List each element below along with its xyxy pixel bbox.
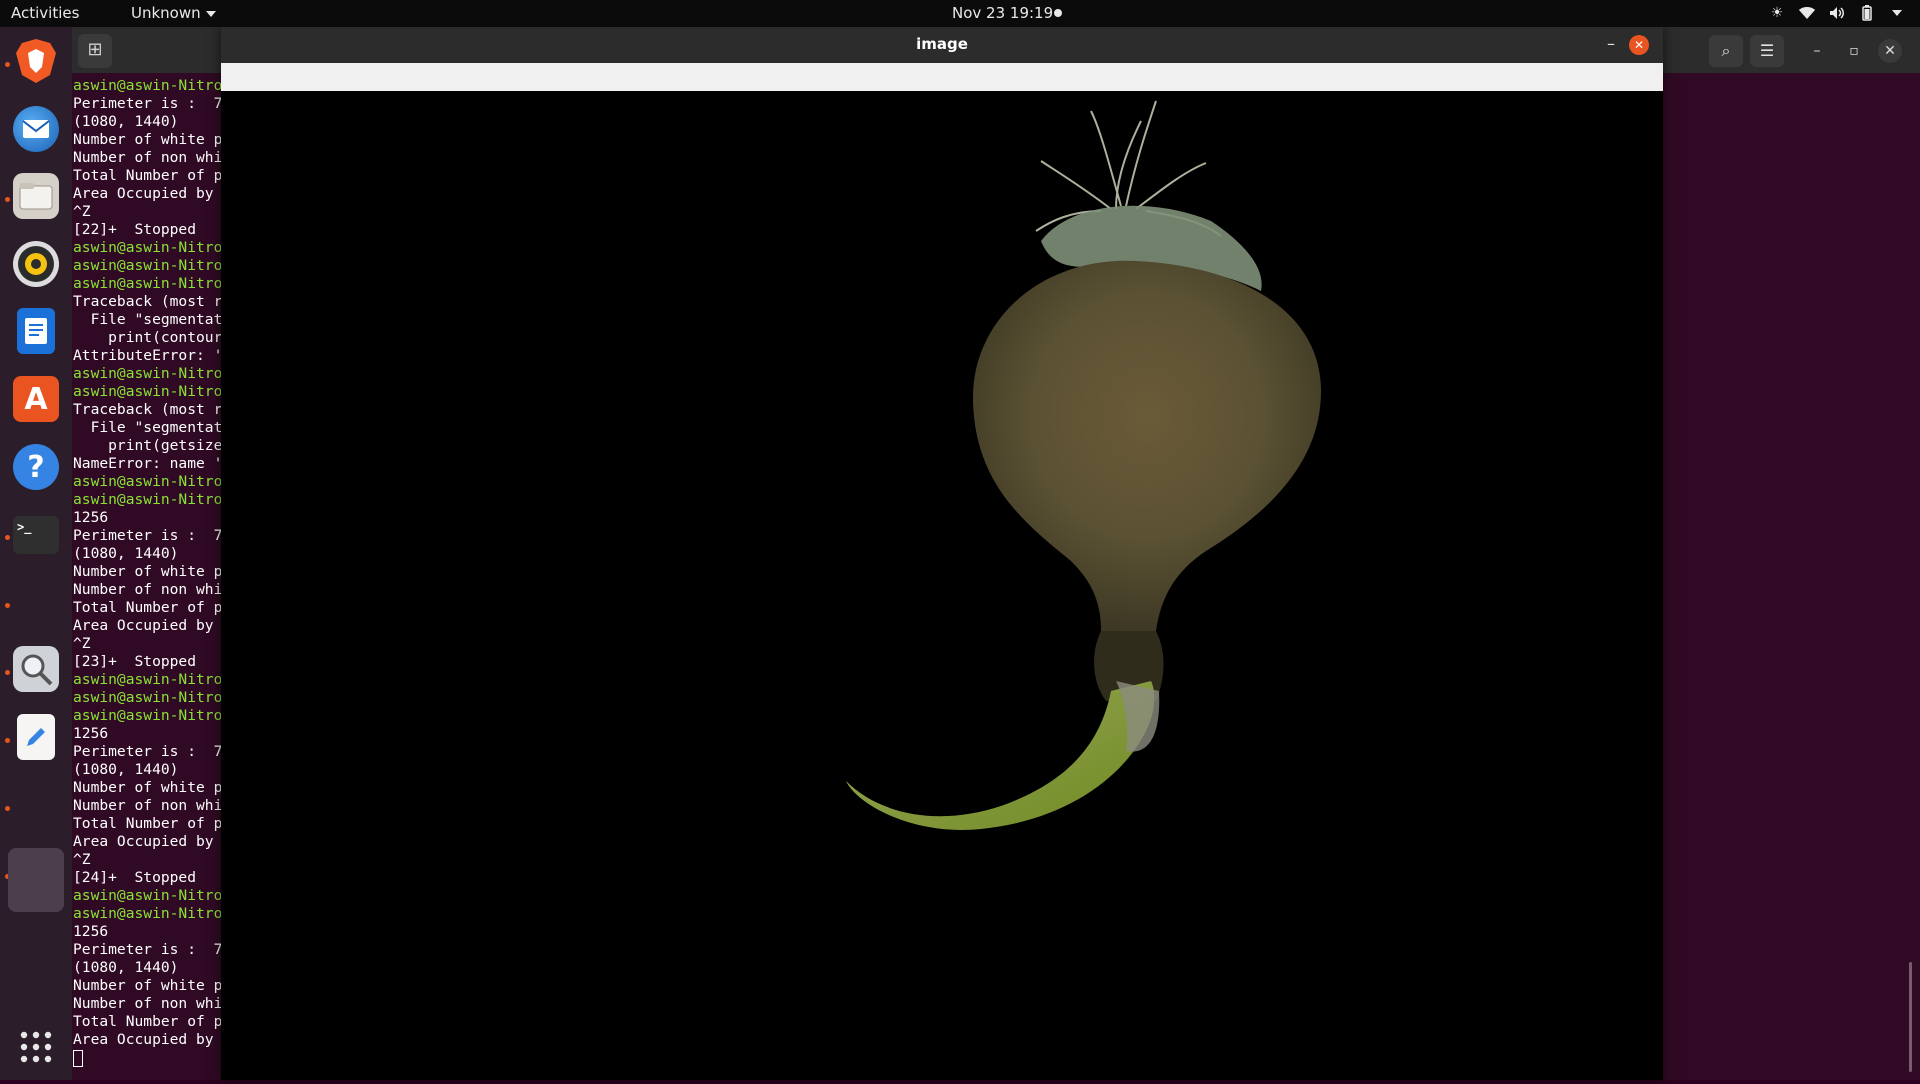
notification-dot-icon (1054, 9, 1062, 17)
show-applications-button[interactable] (8, 1019, 64, 1075)
rhythmbox-music-icon (13, 241, 59, 287)
dock-item-writer[interactable] (8, 303, 64, 359)
running-indicator (5, 806, 10, 811)
volume-icon[interactable] (1828, 4, 1846, 22)
dock-item-rhythmbox[interactable] (8, 236, 64, 292)
dock-item-thunderbird[interactable] (8, 101, 64, 157)
close-button[interactable]: ✕ (1629, 35, 1649, 55)
menu-button[interactable]: ☰ (1750, 35, 1784, 67)
search-button[interactable]: ⌕ (1709, 35, 1743, 67)
app-menu-label: Unknown (131, 4, 201, 22)
dock-item-image-window[interactable] (8, 848, 64, 912)
terminal-maximize-button[interactable]: ▫ (1842, 39, 1866, 63)
thunderbird-mail-icon (13, 106, 59, 152)
writer-document-icon (17, 308, 55, 354)
text-cursor (73, 1050, 83, 1067)
running-indicator (5, 603, 10, 608)
terminal-minimize-button[interactable]: – (1805, 39, 1829, 63)
new-tab-button[interactable]: ⊞ (78, 34, 112, 68)
dock-item-software[interactable]: A (8, 371, 64, 427)
onion-photo (846, 100, 1321, 830)
battery-icon[interactable] (1858, 4, 1876, 22)
app-menu[interactable]: Unknown (131, 4, 216, 22)
dock-item-files[interactable] (8, 168, 64, 224)
magnifier-icon (13, 646, 59, 692)
dock: A ? >_ (0, 27, 72, 1080)
grid-icon (20, 1031, 52, 1063)
window-icon (13, 857, 59, 903)
image-toolbar (221, 63, 1663, 91)
software-store-icon: A (13, 376, 59, 422)
terminal-icon: >_ (13, 516, 59, 554)
hamburger-menu-icon: ☰ (1759, 41, 1775, 60)
text-editor-icon (17, 714, 55, 760)
chevron-down-icon (205, 10, 216, 17)
image-window-titlebar[interactable]: image – ✕ (221, 27, 1663, 63)
activities-button[interactable]: Activities (11, 4, 79, 22)
brightness-icon[interactable]: ☀ (1768, 4, 1786, 22)
dock-item-image-viewer[interactable] (8, 641, 64, 697)
terminal-close-button[interactable]: ✕ (1878, 39, 1902, 63)
help-icon: ? (13, 444, 59, 490)
image-canvas (221, 91, 1663, 1080)
brave-browser-icon (13, 38, 59, 84)
window-title: image (916, 35, 968, 53)
terminal-scrollbar[interactable] (1909, 962, 1912, 1072)
dock-item-terminal[interactable]: >_ (8, 507, 64, 563)
system-menu-chevron-icon[interactable] (1888, 4, 1906, 22)
files-folder-icon (13, 173, 59, 219)
close-icon: ✕ (1633, 38, 1645, 52)
dock-item-brave[interactable] (8, 33, 64, 89)
wifi-icon[interactable] (1798, 4, 1816, 22)
top-bar: Activities Unknown Nov 23 19:19 ☀ (0, 0, 1920, 27)
search-icon: ⌕ (1721, 41, 1731, 60)
dock-item-text-editor[interactable] (8, 709, 64, 765)
clock[interactable]: Nov 23 19:19 (952, 4, 1053, 22)
system-tray[interactable]: ☀ (1768, 3, 1906, 23)
image-window[interactable]: image – ✕ (221, 27, 1663, 1080)
dock-item-help[interactable]: ? (8, 439, 64, 495)
minimize-button[interactable]: – (1599, 33, 1623, 57)
